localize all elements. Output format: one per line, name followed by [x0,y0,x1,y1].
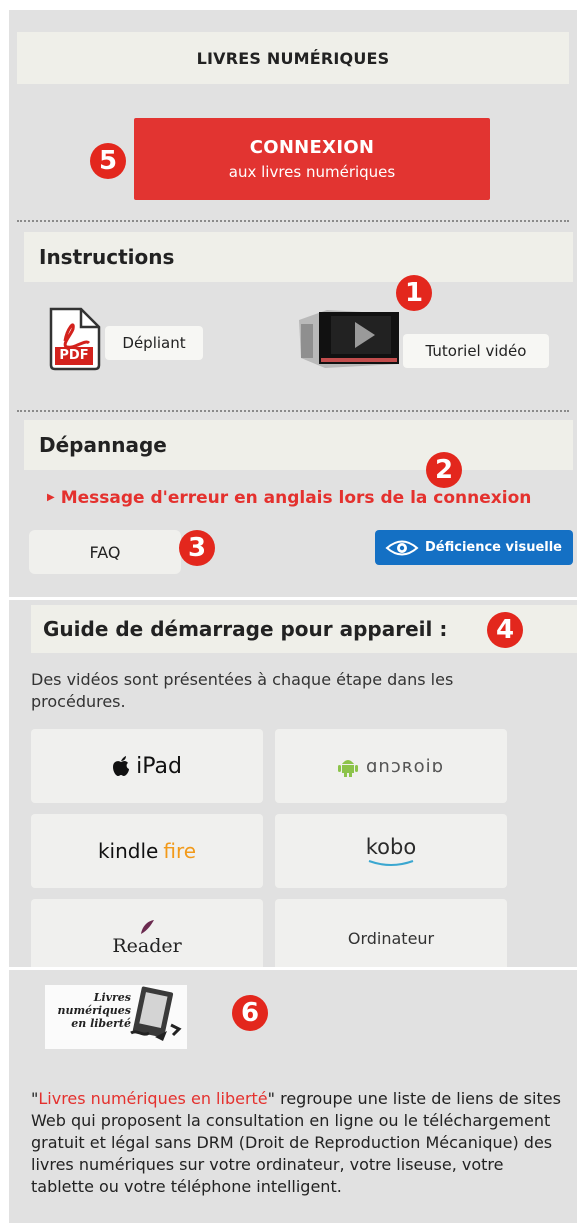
english-error-link[interactable]: ▶ Message d'erreur en anglais lors de la … [47,488,531,508]
connect-button-label: CONNEXION [249,137,375,158]
apple-icon [112,755,130,777]
kindle-label: kindle [97,839,159,863]
free-ebooks-logo[interactable]: Livres numériques en liberté [45,985,187,1049]
pdf-icon-text: PDF [55,347,93,365]
computer-label: Ordinateur [347,929,435,948]
reader-label: Reader [112,935,182,957]
feather-icon [141,920,154,934]
badge-1: 1 [396,275,432,311]
video-icon[interactable] [297,306,403,370]
fire-label: fire [163,839,197,863]
device-guide-panel: Guide de démarrage pour appareil : 4 Des… [9,600,577,967]
android-icon [337,755,358,777]
pdf-icon[interactable]: PDF [45,305,103,371]
android-label: ɑnɔʀoiɒ [365,755,445,777]
device-reader-button[interactable]: Reader [31,899,263,967]
device-computer-button[interactable]: Ordinateur [275,899,507,967]
free-ebooks-description: "Livres numériques en liberté" regroupe … [31,1088,571,1198]
divider [17,410,569,412]
instructions-heading: Instructions [24,232,573,282]
divider [17,220,569,222]
kobo-logo: kobo [366,835,416,867]
visual-impairment-button[interactable]: Déficience visuelle [375,530,573,565]
badge-4: 4 [487,612,523,648]
badge-5: 5 [90,143,126,179]
kobo-label: kobo [365,835,417,859]
badge-6: 6 [232,995,268,1031]
quote-close: " [267,1089,275,1108]
troubleshooting-heading: Dépannage [24,420,573,470]
video-tutorial-link[interactable]: Tutoriel vidéo [403,334,549,368]
english-error-link-label: Message d'erreur en anglais lors de la c… [60,488,532,508]
visual-impairment-label: Déficience visuelle [425,540,562,555]
reader-logo: Reader [112,919,182,957]
kobo-smile-icon [368,860,414,866]
badge-3: 3 [179,530,215,566]
badge-2: 2 [426,452,462,488]
ebooks-panel: LIVRES NUMÉRIQUES CONNEXION aux livres n… [9,10,577,597]
logo-line3: en liberté [71,1017,131,1030]
page-title: LIVRES NUMÉRIQUES [17,32,569,84]
leaflet-link[interactable]: Dépliant [105,326,203,360]
ereader-icon [130,986,182,1041]
device-guide-description: Des vidéos sont présentées à chaque étap… [31,670,454,711]
logo-line2: numériques [57,1004,132,1017]
connect-button-sublabel: aux livres numériques [228,163,396,181]
ipad-label: iPad [136,753,182,779]
triangle-icon: ▶ [47,492,55,503]
faq-button[interactable]: FAQ [29,530,181,574]
free-ebooks-panel: Livres numériques en liberté 6 "Livres n… [9,970,577,1223]
device-ipad-button[interactable]: iPad [31,729,263,803]
device-kobo-button[interactable]: kobo [275,814,507,888]
free-ebooks-link[interactable]: Livres numériques en liberté [38,1089,267,1108]
logo-line1: Livres [93,991,131,1004]
eye-icon [385,537,419,559]
device-android-button[interactable]: ɑnɔʀoiɒ [275,729,507,803]
connect-button[interactable]: CONNEXION aux livres numériques [134,118,490,200]
device-kindle-fire-button[interactable]: kindle fire [31,814,263,888]
